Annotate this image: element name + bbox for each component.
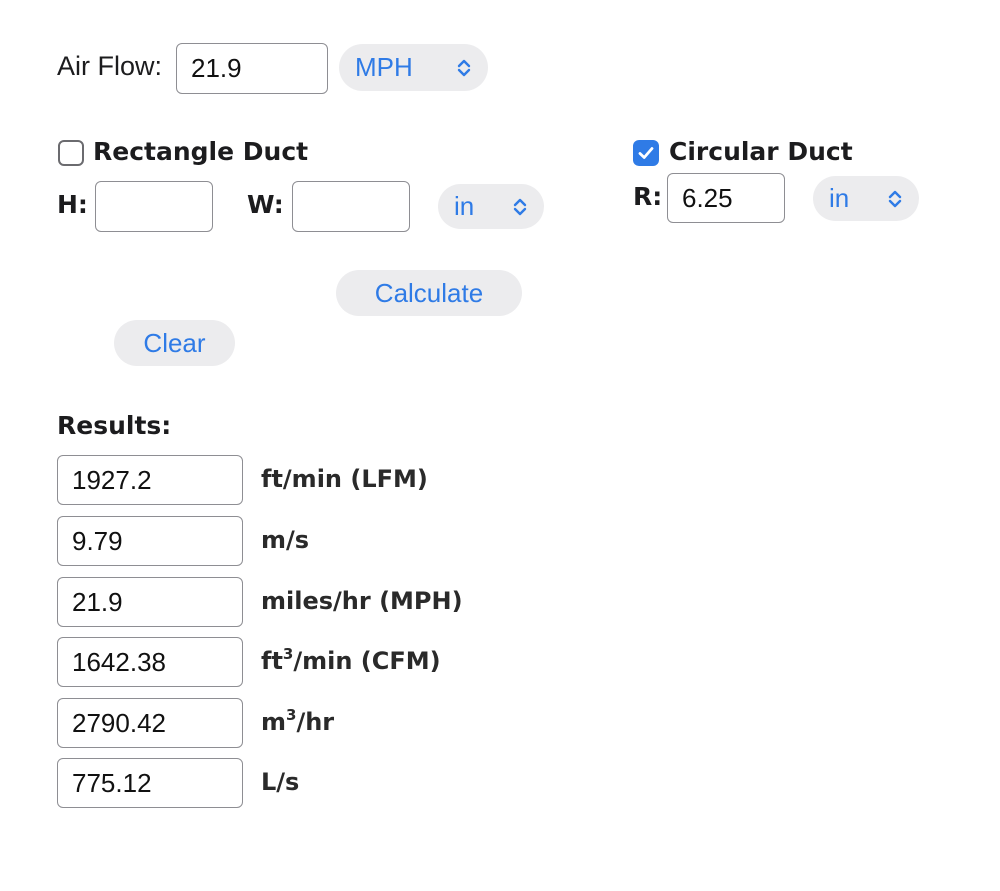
checkmark-icon xyxy=(638,147,654,159)
airflow-input[interactable] xyxy=(176,43,328,94)
radius-input[interactable] xyxy=(667,173,785,223)
airflow-label: Air Flow: xyxy=(57,51,163,81)
rectangle-unit-select[interactable]: in xyxy=(438,184,544,229)
clear-button[interactable]: Clear xyxy=(114,320,235,366)
results-label: Results: xyxy=(57,411,172,440)
rectangle-duct-checkbox[interactable] xyxy=(58,140,84,166)
circular-duct-label: Circular Duct xyxy=(669,137,853,166)
width-label: W: xyxy=(247,190,284,219)
width-input[interactable] xyxy=(292,181,410,232)
result-m3hr-unit: m3/hr xyxy=(261,706,335,737)
result-lfm-field[interactable] xyxy=(57,455,243,505)
circular-unit-select[interactable]: in xyxy=(813,176,919,221)
unit-exponent: 3 xyxy=(282,645,294,663)
rectangle-duct-label: Rectangle Duct xyxy=(93,137,309,166)
unit-exponent: 3 xyxy=(286,706,297,724)
result-lfm-unit: ft/min (LFM) xyxy=(261,465,428,493)
result-cfm-unit: ft3/min (CFM) xyxy=(261,645,441,676)
result-cfm-field[interactable] xyxy=(57,637,243,687)
rectangle-unit-value: in xyxy=(454,191,475,221)
unit-suffix: /hr xyxy=(296,708,335,736)
result-ms-unit: m/s xyxy=(261,526,310,554)
calculate-button[interactable]: Calculate xyxy=(336,270,522,316)
result-ls-field[interactable] xyxy=(57,758,243,808)
radius-label: R: xyxy=(633,182,663,211)
airflow-unit-select[interactable]: MPH xyxy=(339,44,488,91)
unit-suffix: /min (CFM) xyxy=(293,647,441,675)
height-label: H: xyxy=(57,190,88,219)
height-input[interactable] xyxy=(95,181,213,232)
result-mph-field[interactable] xyxy=(57,577,243,627)
chevron-up-down-icon xyxy=(888,190,902,207)
result-m3hr-field[interactable] xyxy=(57,698,243,748)
airflow-unit-value: MPH xyxy=(355,52,413,82)
chevron-up-down-icon xyxy=(457,59,471,76)
result-mph-unit: miles/hr (MPH) xyxy=(261,587,463,615)
chevron-up-down-icon xyxy=(513,198,527,215)
result-ls-unit: L/s xyxy=(261,768,300,796)
result-ms-field[interactable] xyxy=(57,516,243,566)
unit-base: ft xyxy=(261,647,283,675)
circular-duct-checkbox[interactable] xyxy=(633,140,659,166)
circular-unit-value: in xyxy=(829,183,850,213)
unit-base: m xyxy=(261,708,287,736)
